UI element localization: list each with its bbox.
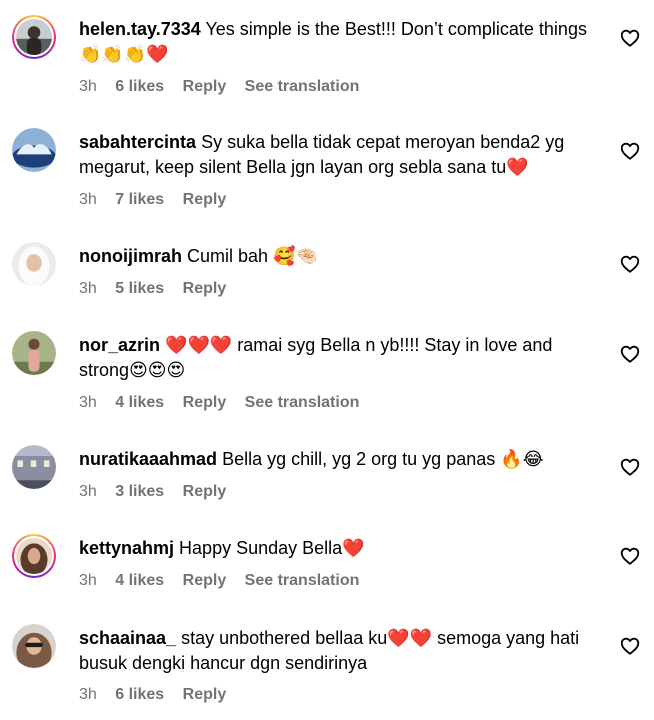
comment-text: nor_azrin ❤️❤️❤️ ramai syg Bella n yb!!!…	[79, 333, 599, 383]
comment-body: Happy Sunday Bella❤️	[179, 538, 365, 558]
comment-meta: 3h 4 likes Reply See translation	[79, 572, 373, 590]
like-button[interactable]	[619, 635, 641, 657]
comment-username[interactable]: sabahtercinta	[79, 132, 196, 152]
comment-text: nonoijimrah Cumil bah 🥰🤏🏻	[79, 244, 599, 269]
comment-meta: 3h 4 likes Reply See translation	[79, 394, 373, 412]
avatar-image	[12, 242, 56, 286]
like-button[interactable]	[619, 545, 641, 567]
comment-text: kettynahmj Happy Sunday Bella❤️	[79, 536, 599, 561]
comment-username[interactable]: nor_azrin	[79, 335, 160, 355]
comment-username[interactable]: schaainaa_	[79, 628, 176, 648]
heart-outline-icon	[620, 255, 640, 273]
likes-count[interactable]: 4 likes	[115, 572, 164, 589]
avatar-image	[16, 19, 52, 55]
likes-count[interactable]: 3 likes	[115, 483, 164, 500]
reply-button[interactable]: Reply	[183, 572, 227, 589]
avatar[interactable]	[12, 128, 56, 172]
like-button[interactable]	[619, 27, 641, 49]
reply-button[interactable]: Reply	[183, 686, 227, 703]
comment-meta: 3h 3 likes Reply	[79, 483, 240, 501]
avatar[interactable]	[12, 242, 56, 286]
comment-text: sabahtercinta Sy suka bella tidak cepat …	[79, 130, 599, 180]
avatar[interactable]	[12, 534, 56, 578]
comment-time: 3h	[79, 686, 97, 703]
heart-outline-icon	[620, 637, 640, 655]
comment-time: 3h	[79, 280, 97, 297]
likes-count[interactable]: 5 likes	[115, 280, 164, 297]
reply-button[interactable]: Reply	[183, 483, 227, 500]
comment-username[interactable]: kettynahmj	[79, 538, 174, 558]
comment-time: 3h	[79, 191, 97, 208]
comment-username[interactable]: helen.tay.7334	[79, 19, 201, 39]
avatar[interactable]	[12, 624, 56, 668]
reply-button[interactable]: Reply	[183, 78, 227, 95]
comment-time: 3h	[79, 394, 97, 411]
avatar[interactable]	[12, 331, 56, 375]
see-translation-button[interactable]: See translation	[245, 78, 360, 95]
see-translation-button[interactable]: See translation	[245, 394, 360, 411]
heart-outline-icon	[620, 458, 640, 476]
like-button[interactable]	[619, 343, 641, 365]
comment-meta: 3h 6 likes Reply See translation	[79, 78, 373, 96]
comment-meta: 3h 5 likes Reply	[79, 280, 240, 298]
heart-outline-icon	[620, 29, 640, 47]
avatar-image	[12, 624, 56, 668]
avatar-image	[12, 128, 56, 172]
like-button[interactable]	[619, 253, 641, 275]
comment-username[interactable]: nuratikaaahmad	[79, 449, 217, 469]
reply-button[interactable]: Reply	[183, 191, 227, 208]
comment-username[interactable]: nonoijimrah	[79, 246, 182, 266]
heart-outline-icon	[620, 142, 640, 160]
avatar[interactable]	[12, 15, 56, 59]
comment-meta: 3h 7 likes Reply	[79, 191, 240, 209]
comment-time: 3h	[79, 78, 97, 95]
see-translation-button[interactable]: See translation	[245, 572, 360, 589]
comment-body: Bella yg chill, yg 2 org tu yg panas 🔥😂	[222, 449, 544, 469]
comment-time: 3h	[79, 572, 97, 589]
likes-count[interactable]: 6 likes	[115, 78, 164, 95]
comment-meta: 3h 6 likes Reply	[79, 686, 240, 704]
comment-body: Cumil bah 🥰🤏🏻	[187, 246, 318, 266]
reply-button[interactable]: Reply	[183, 280, 227, 297]
heart-outline-icon	[620, 345, 640, 363]
reply-button[interactable]: Reply	[183, 394, 227, 411]
heart-outline-icon	[620, 547, 640, 565]
likes-count[interactable]: 4 likes	[115, 394, 164, 411]
like-button[interactable]	[619, 456, 641, 478]
avatar[interactable]	[12, 445, 56, 489]
avatar-image	[12, 445, 56, 489]
avatar-image	[12, 331, 56, 375]
comment-text: helen.tay.7334 Yes simple is the Best!!!…	[79, 17, 599, 67]
avatar-image	[16, 538, 52, 574]
comment-time: 3h	[79, 483, 97, 500]
like-button[interactable]	[619, 140, 641, 162]
likes-count[interactable]: 6 likes	[115, 686, 164, 703]
comment-text: schaainaa_ stay unbothered bellaa ku❤️❤️…	[79, 626, 599, 676]
likes-count[interactable]: 7 likes	[115, 191, 164, 208]
comment-text: nuratikaaahmad Bella yg chill, yg 2 org …	[79, 447, 599, 472]
